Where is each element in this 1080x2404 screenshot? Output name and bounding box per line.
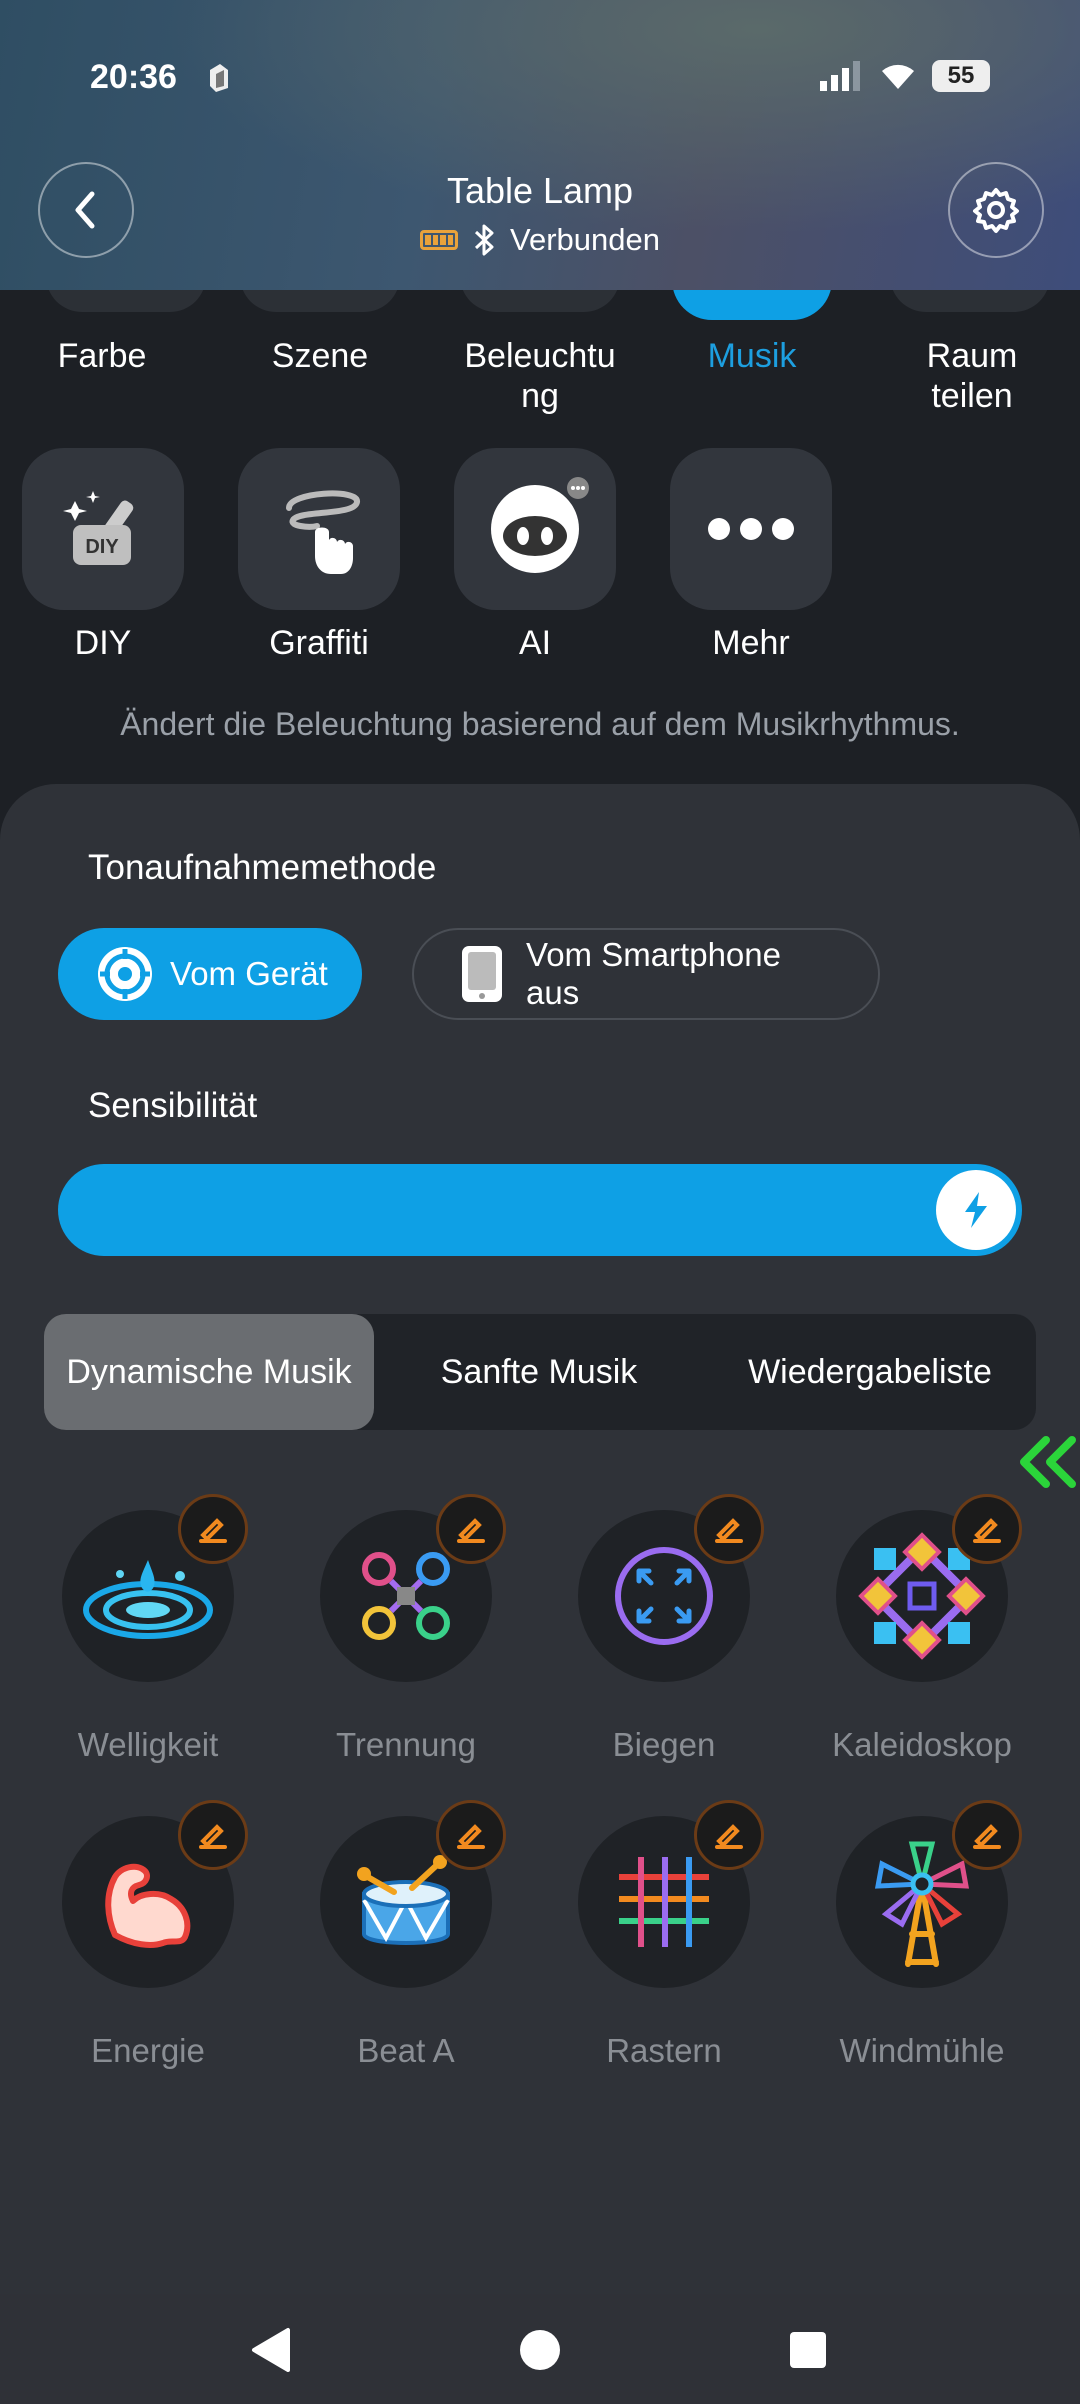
pencil-icon xyxy=(973,1518,1001,1543)
graffiti-button[interactable] xyxy=(238,448,400,610)
effect-label: Energie xyxy=(91,2032,205,2069)
bend-icon xyxy=(615,1547,713,1645)
effect-energie[interactable] xyxy=(62,1800,248,1988)
sensitivity-label: Sensibilität xyxy=(88,1086,258,1125)
bluetooth-icon xyxy=(474,224,494,256)
from-device-label: Vom Gerät xyxy=(170,955,328,992)
edit-effect-button[interactable] xyxy=(436,1494,506,1564)
diy-icon: DIY xyxy=(63,491,134,565)
edit-effect-button[interactable] xyxy=(178,1494,248,1564)
grid-icon xyxy=(619,1857,709,1947)
effect-biegen[interactable] xyxy=(578,1494,764,1682)
settings-button[interactable] xyxy=(948,162,1044,258)
effect-label: Rastern xyxy=(606,2032,722,2069)
connection-label: Verbunden xyxy=(510,222,660,257)
battery-indicator: 55 xyxy=(932,60,990,92)
graffiti-label: Graffiti xyxy=(269,624,369,662)
music-segment-tabs: Dynamische Musik Sanfte Musik Wiedergabe… xyxy=(44,1314,1036,1430)
connection-status: Verbunden xyxy=(0,222,1080,258)
device-target-icon xyxy=(98,947,152,1001)
edit-effect-button[interactable] xyxy=(694,1494,764,1564)
mode-description: Ändert die Beleuchtung basierend auf dem… xyxy=(120,706,960,742)
graffiti-icon xyxy=(286,490,360,574)
effect-label: Biegen xyxy=(612,1726,716,1763)
diy-button[interactable]: DIY xyxy=(22,448,184,610)
effect-rastern[interactable] xyxy=(578,1800,764,1988)
pencil-icon xyxy=(199,1518,227,1543)
edit-effect-button[interactable] xyxy=(952,1494,1022,1564)
ai-label: AI xyxy=(518,624,552,662)
effect-label: Welligkeit xyxy=(77,1726,219,1763)
edit-effect-button[interactable] xyxy=(436,1800,506,1870)
pencil-icon xyxy=(715,1824,743,1849)
from-smartphone-option[interactable]: Vom Smartphone aus xyxy=(412,928,880,1020)
effect-trennung[interactable] xyxy=(320,1494,506,1682)
double-chevron-left-icon[interactable] xyxy=(1016,1434,1078,1490)
pencil-icon xyxy=(715,1518,743,1543)
more-dots-icon xyxy=(708,518,794,540)
tab-playlist[interactable]: Wiedergabeliste xyxy=(704,1314,1036,1430)
more-button[interactable] xyxy=(670,448,832,610)
tab-farbe[interactable]: Farbe xyxy=(12,336,192,376)
app-header: 20:36 55 Table Lamp Verbunden xyxy=(0,0,1080,290)
tab-beleuchtung[interactable]: Beleuchtu ng xyxy=(450,336,630,416)
tab-dynamic-music[interactable]: Dynamische Musik xyxy=(44,1314,374,1430)
notification-icon xyxy=(210,64,228,92)
nav-back-button[interactable] xyxy=(238,2318,302,2382)
effect-label: Beat A xyxy=(357,2032,455,2069)
separation-icon xyxy=(362,1552,450,1640)
tab-szene[interactable]: Szene xyxy=(230,336,410,376)
svg-text:DIY: DIY xyxy=(85,536,119,558)
effect-label: Windmühle xyxy=(839,2032,1005,2069)
slider-knob[interactable] xyxy=(936,1170,1016,1250)
ripple-icon xyxy=(83,1560,213,1639)
pencil-icon xyxy=(457,1824,485,1849)
square-recents-icon xyxy=(790,2332,826,2368)
status-icons: 55 xyxy=(820,60,990,92)
status-time: 20:36 xyxy=(90,58,177,96)
diy-label: DIY xyxy=(74,624,132,662)
gear-icon xyxy=(973,188,1019,233)
more-label: Mehr xyxy=(712,624,790,662)
signal-icon xyxy=(820,61,860,91)
tab-soft-music[interactable]: Sanfte Musik xyxy=(374,1314,704,1430)
nav-home-button[interactable] xyxy=(508,2318,572,2382)
from-device-option[interactable]: Vom Gerät xyxy=(58,928,362,1020)
triangle-back-icon xyxy=(252,2328,290,2372)
wifi-icon xyxy=(882,64,914,89)
edit-effect-button[interactable] xyxy=(952,1800,1022,1870)
system-nav-bar xyxy=(0,2294,1080,2404)
tab-raum-teilen[interactable]: Raum teilen xyxy=(882,336,1062,416)
pencil-icon xyxy=(199,1824,227,1849)
smartphone-icon xyxy=(462,946,502,1002)
effect-welligkeit[interactable] xyxy=(62,1494,248,1682)
device-title: Table Lamp xyxy=(446,170,634,211)
effect-windmuehle[interactable] xyxy=(836,1800,1022,1988)
pencil-icon xyxy=(457,1518,485,1543)
effect-beat-a[interactable] xyxy=(320,1800,506,1988)
pencil-icon xyxy=(973,1824,1001,1849)
edit-effect-button[interactable] xyxy=(694,1800,764,1870)
from-smartphone-label: Vom Smartphone aus xyxy=(526,936,781,1011)
ai-robot-icon xyxy=(491,477,589,573)
nav-recents-button[interactable] xyxy=(776,2318,840,2382)
tab-musik[interactable]: Musik xyxy=(662,336,842,376)
lightning-icon xyxy=(965,1192,987,1228)
edit-effect-button[interactable] xyxy=(178,1800,248,1870)
effect-label: Kaleidoskop xyxy=(832,1726,1012,1763)
recording-method-label: Tonaufnahmemethode xyxy=(88,848,437,887)
effect-kaleidoskop[interactable] xyxy=(836,1494,1022,1682)
muscle-arm-icon xyxy=(105,1863,191,1948)
circle-home-icon xyxy=(520,2330,560,2370)
ai-button[interactable] xyxy=(454,448,616,610)
device-battery-icon xyxy=(420,230,458,250)
sensitivity-slider[interactable] xyxy=(58,1164,1022,1256)
effect-label: Trennung xyxy=(335,1726,477,1763)
